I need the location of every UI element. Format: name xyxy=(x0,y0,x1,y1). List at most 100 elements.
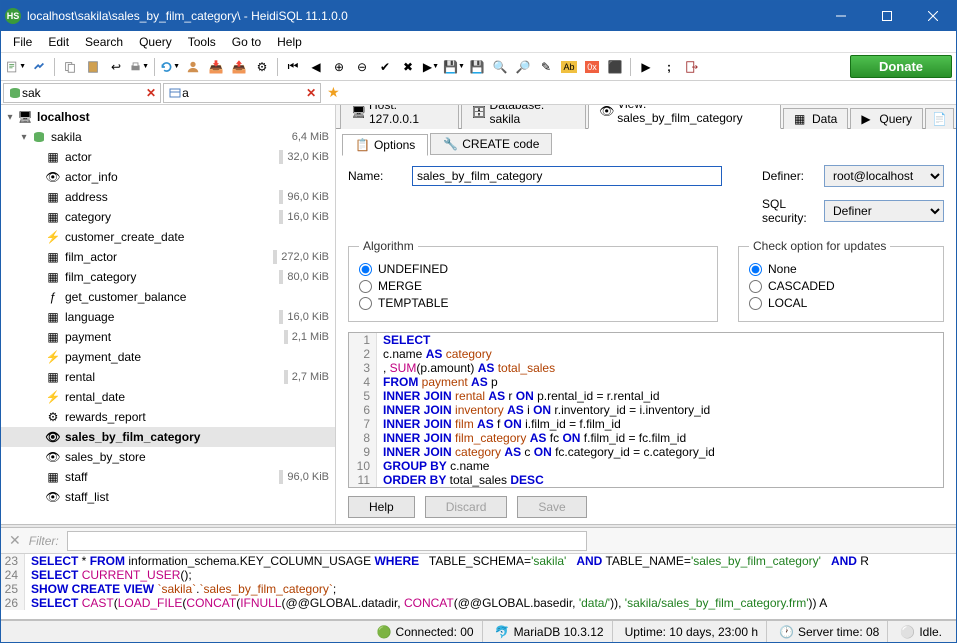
algo-merge[interactable]: MERGE xyxy=(359,279,707,293)
tab-query[interactable]: ▶Query xyxy=(850,108,923,129)
window-title: localhost\sakila\sales_by_film_category\… xyxy=(27,9,818,23)
toolbar-replace[interactable]: 🔎 xyxy=(512,56,534,78)
tree-database[interactable]: ▾ sakila 6,4 MiB xyxy=(1,127,335,147)
close-button[interactable] xyxy=(910,1,956,31)
clear-filter-icon[interactable]: ✕ xyxy=(9,532,21,549)
tab-host[interactable]: 🖥Host: 127.0.0.1 xyxy=(340,105,459,129)
toolbar-export-sql[interactable]: 💾▼ xyxy=(443,56,465,78)
toolbar-stop[interactable]: ⬛ xyxy=(604,56,626,78)
toolbar-commit[interactable]: ✔ xyxy=(374,56,396,78)
toolbar-nav-first[interactable]: ⏮ xyxy=(282,56,304,78)
tree-item-actor[interactable]: ▦actor32,0 KiB xyxy=(1,147,335,167)
tree-item-payment[interactable]: ▦payment2,1 MiB xyxy=(1,327,335,347)
object-tree[interactable]: ▾ 🖥 localhost ▾ sakila 6,4 MiB ▦actor32,… xyxy=(1,105,336,524)
tree-host[interactable]: ▾ 🖥 localhost xyxy=(1,107,335,127)
toolbar-delete-row[interactable]: ⊖ xyxy=(351,56,373,78)
toolbar-export[interactable]: 📤 xyxy=(228,56,250,78)
toolbar-semicolon[interactable]: ; xyxy=(658,56,680,78)
tree-item-staff[interactable]: ▦staff96,0 KiB xyxy=(1,467,335,487)
toolbar-format[interactable]: ✎ xyxy=(535,56,557,78)
donate-button[interactable]: Donate xyxy=(850,55,952,78)
toolbar-connect[interactable] xyxy=(28,56,50,78)
tree-item-rental_date[interactable]: ⚡rental_date xyxy=(1,387,335,407)
filter-label: Filter: xyxy=(29,534,59,548)
menu-edit[interactable]: Edit xyxy=(40,33,77,51)
query-log[interactable]: 23SELECT * FROM information_schema.KEY_C… xyxy=(1,554,956,620)
discard-button[interactable]: Discard xyxy=(425,496,508,518)
name-input[interactable] xyxy=(412,166,722,186)
tree-item-language[interactable]: ▦language16,0 KiB xyxy=(1,307,335,327)
menu-tools[interactable]: Tools xyxy=(180,33,224,51)
close-icon[interactable]: ✕ xyxy=(306,86,316,100)
filter-input-1[interactable] xyxy=(182,86,282,100)
tree-item-sales_by_store[interactable]: 👁sales_by_store xyxy=(1,447,335,467)
tree-item-staff_list[interactable]: 👁staff_list xyxy=(1,487,335,507)
tab-data[interactable]: ▦Data xyxy=(783,108,848,129)
toolbar-refresh[interactable]: ▼ xyxy=(159,56,181,78)
check-cascaded[interactable]: CASCADED xyxy=(749,279,933,293)
trigger-icon: ⚡ xyxy=(45,349,61,365)
menu-go-to[interactable]: Go to xyxy=(224,33,269,51)
view-icon: 👁 xyxy=(45,449,61,465)
favorite-icon[interactable]: ★ xyxy=(327,84,340,101)
toolbar-nav-prev[interactable]: ◀ xyxy=(305,56,327,78)
menu-query[interactable]: Query xyxy=(131,33,180,51)
tree-item-rental[interactable]: ▦rental2,7 MiB xyxy=(1,367,335,387)
close-icon[interactable]: ✕ xyxy=(146,86,156,100)
sql-editor[interactable]: 1SELECT2c.name AS category3, SUM(p.amoun… xyxy=(348,332,944,488)
toolbar-exit[interactable] xyxy=(681,56,703,78)
toolbar-cancel[interactable]: ✖ xyxy=(397,56,419,78)
toolbar-play2[interactable]: ▶ xyxy=(635,56,657,78)
tree-item-payment_date[interactable]: ⚡payment_date xyxy=(1,347,335,367)
tab-new-query[interactable]: 📄 xyxy=(925,108,954,129)
toolbar-copy[interactable] xyxy=(59,56,81,78)
toolbar-add-row[interactable]: ⊕ xyxy=(328,56,350,78)
toolbar-vars[interactable]: Ab xyxy=(558,56,580,78)
toolbar-save[interactable]: 💾 xyxy=(466,56,488,78)
minimize-button[interactable] xyxy=(818,1,864,31)
status-uptime: Uptime: 10 days, 23:00 h xyxy=(617,621,767,642)
menu-file[interactable]: File xyxy=(5,33,40,51)
tree-item-get_customer_balance[interactable]: ƒget_customer_balance xyxy=(1,287,335,307)
menu-help[interactable]: Help xyxy=(269,33,310,51)
maximize-button[interactable] xyxy=(864,1,910,31)
algo-undefined[interactable]: UNDEFINED xyxy=(359,262,707,276)
tree-item-address[interactable]: ▦address96,0 KiB xyxy=(1,187,335,207)
save-button[interactable]: Save xyxy=(517,496,586,518)
sql-security-select[interactable]: Definer xyxy=(824,200,944,222)
toolbar-settings[interactable]: ⚙ xyxy=(251,56,273,78)
toolbar-paste[interactable] xyxy=(82,56,104,78)
menu-search[interactable]: Search xyxy=(77,33,131,51)
subtab-create-code[interactable]: 🔧CREATE code xyxy=(430,133,552,155)
subtab-options[interactable]: 📋Options xyxy=(342,134,428,156)
definer-select[interactable]: root@localhost xyxy=(824,165,944,187)
tree-item-actor_info[interactable]: 👁actor_info xyxy=(1,167,335,187)
tree-item-customer_create_date[interactable]: ⚡customer_create_date xyxy=(1,227,335,247)
tree-item-sales_by_film_category[interactable]: 👁sales_by_film_category xyxy=(1,427,335,447)
toolbar-import[interactable]: 📥 xyxy=(205,56,227,78)
check-none[interactable]: None xyxy=(749,262,933,276)
filter-input-0[interactable] xyxy=(22,86,122,100)
tree-item-rewards_report[interactable]: ⚙rewards_report xyxy=(1,407,335,427)
algo-temptable[interactable]: TEMPTABLE xyxy=(359,296,707,310)
toolbar-users[interactable] xyxy=(182,56,204,78)
filter-tab-1[interactable]: ✕ xyxy=(163,83,321,103)
toolbar-find[interactable]: 🔍 xyxy=(489,56,511,78)
tree-item-film_category[interactable]: ▦film_category80,0 KiB xyxy=(1,267,335,287)
toolbar-script-open[interactable]: ▼ xyxy=(5,56,27,78)
filter-tab-0[interactable]: ✕ xyxy=(3,83,161,103)
status-bar: 🟢Connected: 00 🐬MariaDB 10.3.12 Uptime: … xyxy=(1,620,956,642)
check-local[interactable]: LOCAL xyxy=(749,296,933,310)
filter-input[interactable] xyxy=(67,531,587,551)
tree-item-category[interactable]: ▦category16,0 KiB xyxy=(1,207,335,227)
algorithm-legend: Algorithm xyxy=(359,239,418,253)
tree-item-film_actor[interactable]: ▦film_actor272,0 KiB xyxy=(1,247,335,267)
toolbar-undo[interactable]: ↩ xyxy=(105,56,127,78)
tab-view[interactable]: 👁View: sales_by_film_category xyxy=(588,105,781,129)
toolbar-hex[interactable]: 0x xyxy=(581,56,603,78)
toolbar-run[interactable]: ▶▼ xyxy=(420,56,442,78)
help-button[interactable]: Help xyxy=(348,496,415,518)
tab-database[interactable]: 🗄Database: sakila xyxy=(461,105,587,129)
toolbar-print[interactable]: ▼ xyxy=(128,56,150,78)
titlebar: HS localhost\sakila\sales_by_film_catego… xyxy=(1,1,956,31)
